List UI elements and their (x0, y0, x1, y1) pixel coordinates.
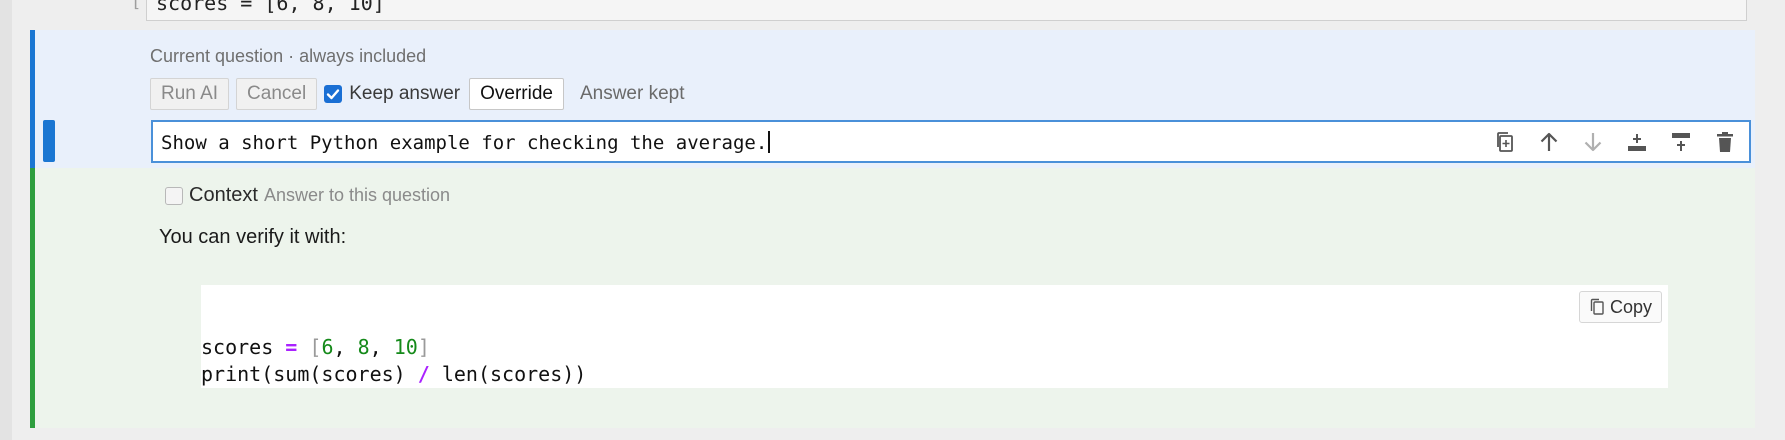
question-text[interactable]: Show a short Python example for checking… (161, 131, 771, 154)
answer-intro-text: You can verify it with: (159, 226, 347, 248)
copy-icon (1590, 298, 1604, 315)
copy-code-button[interactable]: Copy (1578, 291, 1662, 323)
code-line: scores = [6, 8, 10] (201, 334, 586, 361)
copy-label: Copy (1609, 296, 1652, 317)
prompt-cell-caption: Current question · always included (150, 46, 427, 66)
code-token: print(sum(scores) (201, 362, 418, 386)
keep-answer-label: Keep answer (349, 83, 461, 104)
code-token: = (285, 335, 298, 359)
code-token: 10 (393, 335, 418, 359)
move-down-icon[interactable] (1577, 129, 1609, 155)
code-token: 8 (357, 335, 370, 359)
code-token: scores (201, 335, 286, 359)
ai-prompt-cell[interactable]: Current question · always included Run A… (30, 30, 1755, 168)
cell-toolbar (1477, 129, 1741, 155)
text-caret (768, 131, 771, 153)
code-token: ] (417, 335, 430, 359)
context-toggle[interactable]: Context Answer to this question (165, 184, 450, 207)
trash-icon[interactable] (1709, 129, 1741, 155)
insert-above-icon[interactable] (1665, 129, 1697, 155)
previous-cell-code: scores = [6, 8, 10] (156, 0, 385, 15)
keep-answer-checkbox[interactable] (324, 85, 343, 103)
page-gutter (0, 0, 12, 440)
context-checkbox[interactable] (165, 186, 183, 205)
keep-answer-toggle[interactable]: Keep answer (324, 83, 460, 105)
answer-code-block: Copy scores = [6, 8, 10] print(sum(scores… (201, 285, 1668, 388)
code-token: [ (309, 335, 322, 359)
context-subtitle: Answer to this question (263, 185, 451, 205)
code-token: , (369, 335, 394, 359)
previous-cell-editor[interactable]: scores = [6, 8, 10] (146, 0, 1747, 21)
notebook-page: [ ]: scores = [6, 8, 10] Current questio… (0, 0, 1785, 440)
context-label: Context (189, 184, 258, 206)
code-token: len(scores)) (429, 362, 587, 386)
cancel-button[interactable]: Cancel (236, 78, 318, 110)
cell-collapser-handle[interactable] (43, 120, 55, 162)
answer-status-text: Answer kept (579, 83, 685, 104)
code-content: scores = [6, 8, 10] print(sum(scores) / l… (201, 334, 586, 388)
override-button[interactable]: Override (469, 78, 564, 110)
question-text-value: Show a short Python example for checking… (161, 132, 768, 154)
duplicate-icon[interactable] (1489, 129, 1521, 155)
code-line: print(sum(scores) / len(scores)) (201, 361, 586, 388)
code-token: , (333, 335, 358, 359)
move-up-icon[interactable] (1533, 129, 1565, 155)
code-token: 6 (321, 335, 334, 359)
question-editor[interactable]: Show a short Python example for checking… (151, 120, 1751, 163)
insert-below-icon[interactable] (1621, 129, 1653, 155)
ai-response-cell[interactable]: Context Answer to this question You can … (30, 168, 1755, 428)
prompt-toolbar: Run AI Cancel Keep answer Override Answe… (150, 78, 685, 110)
run-ai-button[interactable]: Run AI (150, 78, 230, 110)
code-token: / (417, 362, 430, 386)
previous-code-cell[interactable]: [ ]: scores = [6, 8, 10] (30, 0, 1755, 21)
checkmark-icon (327, 89, 340, 100)
